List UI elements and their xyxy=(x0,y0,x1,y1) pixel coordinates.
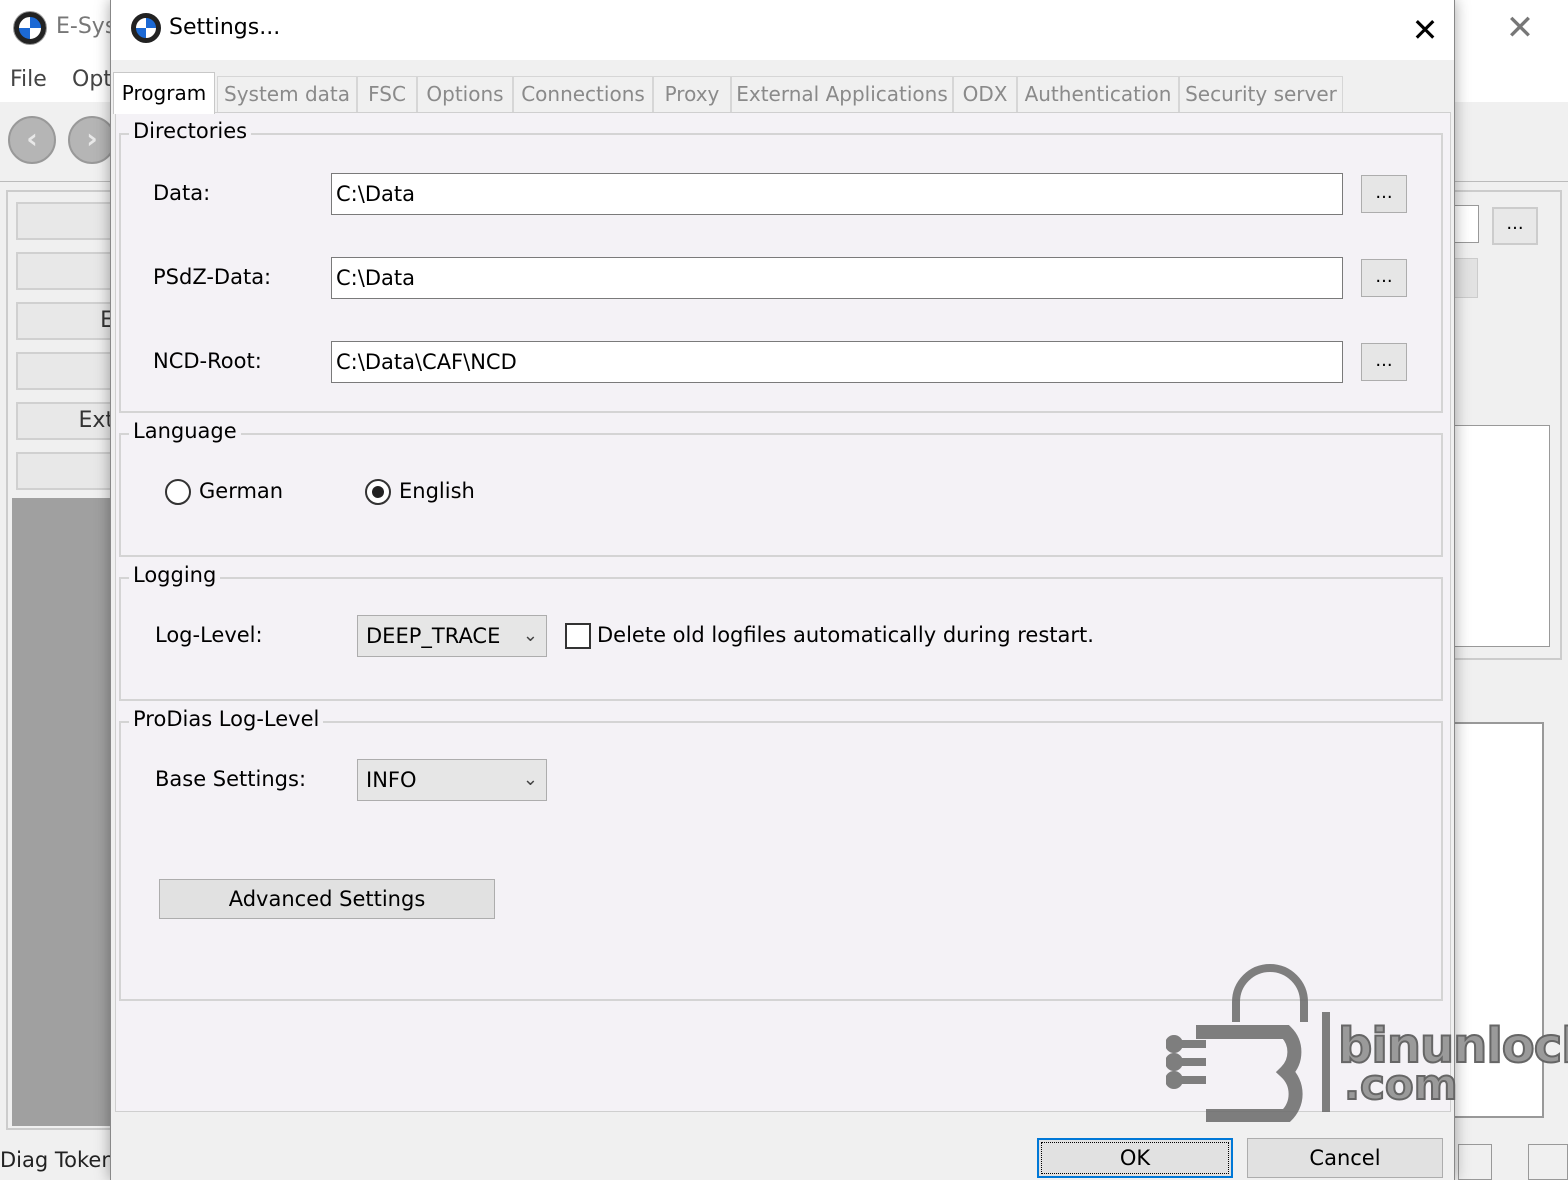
background-right-button[interactable] xyxy=(1452,258,1478,298)
watermark-domain: .com xyxy=(1343,1059,1458,1110)
base-settings-value: INFO xyxy=(366,768,417,792)
log-level-label: Log-Level: xyxy=(155,623,263,647)
advanced-settings-button[interactable]: Advanced Settings xyxy=(159,879,495,919)
base-settings-label: Base Settings: xyxy=(155,767,307,791)
cancel-button[interactable]: Cancel xyxy=(1247,1138,1443,1178)
data-browse-button[interactable]: ... xyxy=(1361,175,1407,213)
delete-old-logfiles-label[interactable]: Delete old logfiles automatically during… xyxy=(597,623,1094,647)
side-button-4[interactable] xyxy=(16,352,116,390)
language-group: Language German English xyxy=(119,419,1443,557)
background-window-title: E-Sys xyxy=(56,14,117,39)
directories-group: Directories Data: C:\Data ... PSdZ-Data:… xyxy=(119,119,1443,413)
prodias-log-level-group: ProDias Log-Level Base Settings: INFO ⌄ … xyxy=(119,707,1443,1001)
dialog-title-bar xyxy=(111,0,1454,60)
delete-old-logfiles-checkbox[interactable] xyxy=(565,623,591,649)
tab-authentication[interactable]: Authentication xyxy=(1017,76,1179,112)
side-button-3[interactable]: E xyxy=(16,302,116,340)
psdz-data-browse-button[interactable]: ... xyxy=(1361,259,1407,297)
tab-system-data[interactable]: System data xyxy=(217,76,357,112)
menu-file[interactable]: File xyxy=(10,67,47,92)
dialog-title: Settings... xyxy=(169,15,281,40)
tab-program[interactable]: Program xyxy=(113,72,215,114)
tab-options[interactable]: Options xyxy=(417,76,513,112)
data-path-input[interactable]: C:\Data xyxy=(331,173,1343,215)
background-browse-button[interactable]: ... xyxy=(1492,207,1538,245)
menu-options[interactable]: Opt xyxy=(72,67,112,92)
bmw-logo-icon xyxy=(14,12,46,44)
background-close-icon[interactable]: ✕ xyxy=(1502,8,1538,48)
side-button-1[interactable] xyxy=(16,202,116,240)
side-button-2[interactable] xyxy=(16,252,116,290)
side-button-5[interactable]: Ext xyxy=(16,402,116,440)
german-radio[interactable] xyxy=(165,479,191,505)
chevron-down-icon: ⌄ xyxy=(522,769,538,790)
status-cell-2 xyxy=(1528,1144,1568,1180)
chevron-down-icon: ⌄ xyxy=(522,625,538,646)
english-radio[interactable] xyxy=(365,479,391,505)
data-label: Data: xyxy=(153,181,211,205)
psdz-data-label: PSdZ-Data: xyxy=(153,265,272,289)
german-radio-label[interactable]: German xyxy=(199,479,283,503)
base-settings-select[interactable]: INFO ⌄ xyxy=(357,759,547,801)
tab-proxy[interactable]: Proxy xyxy=(653,76,731,112)
bmw-logo-icon xyxy=(131,13,161,43)
ncd-root-path-input[interactable]: C:\Data\CAF\NCD xyxy=(331,341,1343,383)
tab-odx[interactable]: ODX xyxy=(953,76,1017,112)
prodias-group-label: ProDias Log-Level xyxy=(129,707,324,731)
tab-security-server[interactable]: Security server xyxy=(1179,76,1343,112)
status-cell-1 xyxy=(1458,1144,1492,1180)
background-right-input[interactable] xyxy=(1452,205,1479,243)
english-radio-label[interactable]: English xyxy=(399,479,475,503)
background-right-list xyxy=(1452,425,1550,647)
background-left-area xyxy=(12,498,116,1126)
forward-arrow-icon[interactable]: › xyxy=(68,116,116,164)
tab-connections[interactable]: Connections xyxy=(513,76,653,112)
back-arrow-icon[interactable]: ‹ xyxy=(8,116,56,164)
ok-button[interactable]: OK xyxy=(1037,1138,1233,1178)
close-icon[interactable]: ✕ xyxy=(1405,10,1445,50)
log-level-select[interactable]: DEEP_TRACE ⌄ xyxy=(357,615,547,657)
directories-group-label: Directories xyxy=(129,119,252,143)
language-group-label: Language xyxy=(129,419,241,443)
logging-group: Logging Log-Level: DEEP_TRACE ⌄ Delete o… xyxy=(119,563,1443,701)
tab-fsc[interactable]: FSC xyxy=(357,76,417,112)
ncd-root-browse-button[interactable]: ... xyxy=(1361,343,1407,381)
logging-group-label: Logging xyxy=(129,563,221,587)
diag-token-label: Diag Token: xyxy=(0,1148,122,1172)
tab-external-applications[interactable]: External Applications xyxy=(731,76,953,112)
side-button-6[interactable] xyxy=(16,452,116,490)
ncd-root-label: NCD-Root: xyxy=(153,349,262,373)
psdz-data-path-input[interactable]: C:\Data xyxy=(331,257,1343,299)
log-level-value: DEEP_TRACE xyxy=(366,624,501,648)
